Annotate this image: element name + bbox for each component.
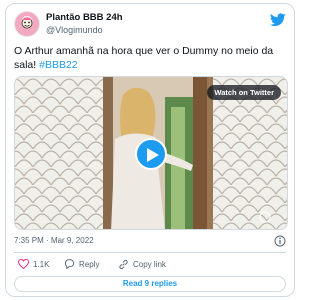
- like-count: 1.1K: [33, 259, 50, 269]
- tweet-header: Plantão BBB 24h @Vlogimundo: [14, 11, 286, 39]
- play-icon: [147, 148, 159, 162]
- reply-label: Reply: [79, 259, 100, 269]
- tweet-timestamp[interactable]: 7:35 PM · Mar 9, 2022: [14, 236, 94, 245]
- tweet-embed-card: Plantão BBB 24h @Vlogimundo O Arthur ama…: [5, 3, 295, 297]
- copy-link-button[interactable]: Copy link: [118, 257, 166, 271]
- display-name[interactable]: Plantão BBB 24h: [46, 12, 123, 24]
- link-icon: [119, 259, 128, 269]
- reply-button[interactable]: Reply: [64, 257, 99, 271]
- avatar[interactable]: [14, 11, 40, 37]
- tweet-text: O Arthur amanhã na hora que ver o Dummy …: [14, 44, 286, 72]
- reply-bubble-icon: [64, 259, 75, 269]
- play-button[interactable]: [135, 138, 167, 170]
- copy-link-label: Copy link: [133, 259, 166, 269]
- watch-on-twitter-button[interactable]: Watch on Twitter: [207, 85, 281, 100]
- read-replies-button[interactable]: Read 9 replies: [14, 276, 286, 292]
- avatar-character-icon: [21, 17, 33, 29]
- heart-icon: [18, 259, 29, 269]
- hashtag-link[interactable]: #BBB22: [39, 59, 78, 71]
- tweet-actions: 1.1K Reply Copy link: [14, 257, 286, 271]
- divider: [14, 252, 286, 253]
- info-icon[interactable]: [274, 235, 286, 247]
- video-player[interactable]: Watch on Twitter: [14, 76, 288, 230]
- account-handle[interactable]: @Vlogimundo: [46, 24, 123, 36]
- twitter-bird-icon[interactable]: [270, 13, 286, 27]
- like-button[interactable]: 1.1K: [18, 257, 49, 271]
